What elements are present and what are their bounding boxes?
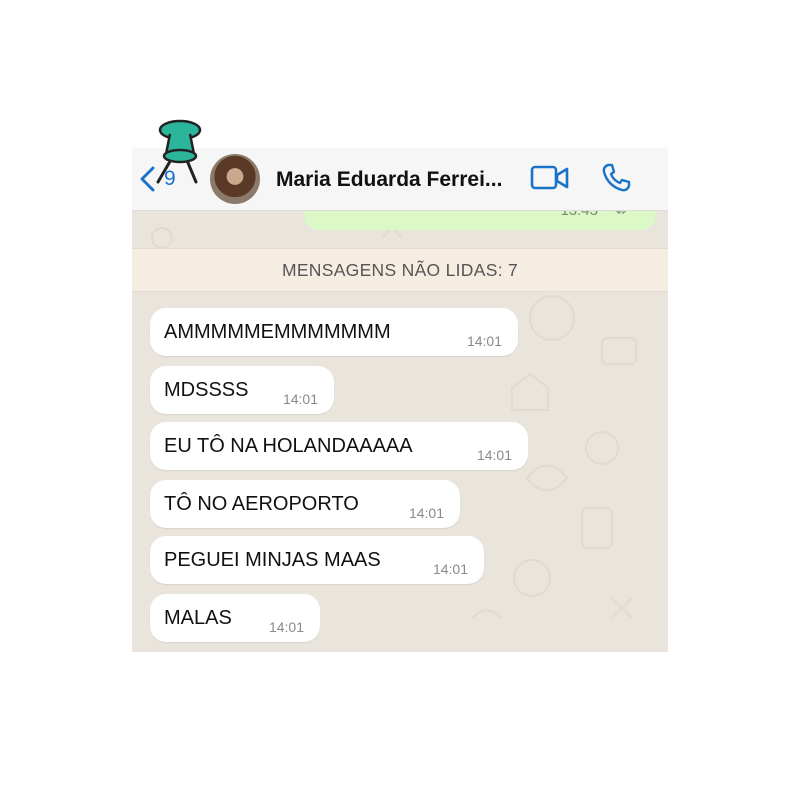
incoming-message[interactable]: AMMMMMEMMMMMMM 14:01 — [150, 308, 518, 356]
voice-call-button[interactable] — [600, 162, 632, 199]
message-time: 14:01 — [268, 619, 304, 635]
video-camera-icon — [530, 165, 569, 190]
incoming-message[interactable]: MDSSSS 14:01 — [150, 366, 334, 414]
unread-messages-banner: MENSAGENS NÃO LIDAS: 7 — [132, 248, 668, 292]
message-text: MALAS — [164, 607, 232, 629]
video-call-button[interactable] — [530, 164, 570, 197]
message-time: 14:01 — [466, 333, 502, 349]
incoming-message[interactable]: PEGUEI MINJAS MAAS 14:01 — [150, 536, 484, 584]
pushpin-icon — [156, 119, 202, 184]
message-text: MDSSSS — [164, 379, 249, 401]
message-time: 14:01 — [408, 505, 444, 521]
phone-icon — [602, 163, 631, 192]
incoming-message[interactable]: MALAS 14:01 — [150, 594, 320, 642]
message-text: TÔ NO AEROPORTO — [164, 493, 359, 515]
contact-name[interactable]: Maria Eduarda Ferrei... — [276, 168, 502, 192]
message-time: 14:01 — [282, 391, 318, 407]
chat-header: 9 Maria Eduarda Ferrei... — [132, 148, 668, 211]
avatar[interactable] — [210, 154, 260, 204]
message-time: 14:01 — [476, 447, 512, 463]
chat-screen: 9 Maria Eduarda Ferrei... 13:43 MENSAGEN… — [132, 148, 668, 652]
message-time: 14:01 — [432, 561, 468, 577]
incoming-message[interactable]: EU TÔ NA HOLANDAAAAA 14:01 — [150, 422, 528, 470]
message-text: EU TÔ NA HOLANDAAAAA — [164, 435, 413, 457]
message-text: AMMMMMEMMMMMMM — [164, 321, 391, 343]
incoming-message[interactable]: TÔ NO AEROPORTO 14:01 — [150, 480, 460, 528]
message-text: PEGUEI MINJAS MAAS — [164, 549, 381, 571]
